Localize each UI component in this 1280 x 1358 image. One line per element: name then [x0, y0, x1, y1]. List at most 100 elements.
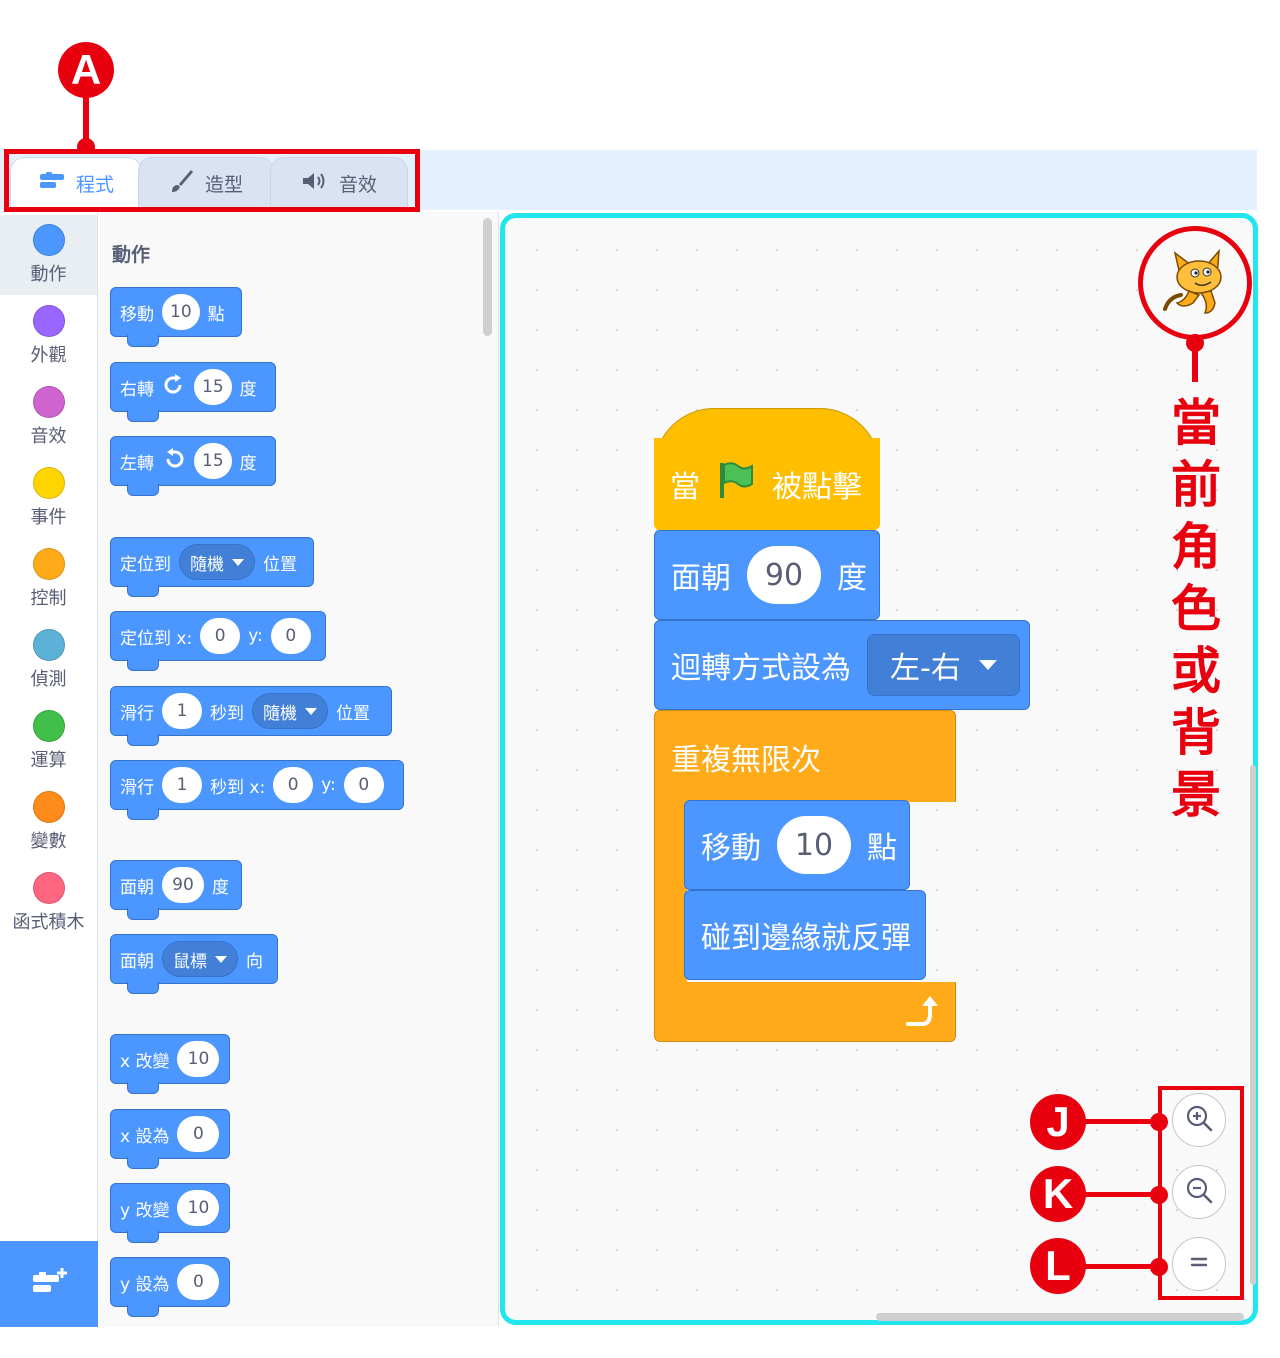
annotation-dot-j	[1150, 1113, 1168, 1131]
block-dropdown[interactable]: 隨機	[252, 693, 328, 729]
block-label: 面朝	[120, 877, 154, 898]
block-dropdown[interactable]: 鼠標	[162, 941, 238, 977]
block-input-x[interactable]: 0	[273, 767, 314, 803]
category-motion[interactable]: 動作	[0, 224, 97, 286]
workspace-horizontal-scrollbar[interactable]	[876, 1313, 1244, 1321]
block-input[interactable]: 0	[177, 1116, 220, 1152]
block-glide-random[interactable]: 滑行 1 秒到 隨機 位置	[110, 686, 392, 746]
category-dot	[32, 629, 65, 661]
block-input[interactable]: 10	[162, 294, 200, 330]
block-set-y[interactable]: y 設為 0	[110, 1257, 230, 1317]
block-label: y:	[321, 775, 336, 795]
block-label: 迴轉方式設為	[671, 651, 851, 686]
category-variables[interactable]: 變數	[0, 791, 97, 853]
chevron-down-icon	[232, 558, 244, 566]
block-input-y[interactable]: 0	[270, 618, 311, 654]
block-dropdown[interactable]: 左-右	[867, 634, 1020, 696]
block-set-x[interactable]: x 設為 0	[110, 1109, 230, 1169]
block-move-steps[interactable]: 移動 10 點	[110, 287, 242, 347]
category-control[interactable]: 控制	[0, 548, 97, 610]
block-input[interactable]: 90	[747, 546, 821, 604]
category-sensing[interactable]: 偵測	[0, 629, 97, 691]
block-label: 度	[837, 561, 867, 596]
block-input-x[interactable]: 0	[200, 618, 241, 654]
block-label: 面朝	[671, 561, 731, 596]
block-label: 右轉	[120, 379, 154, 400]
add-extension-icon	[30, 1267, 68, 1301]
add-extension-button[interactable]	[0, 1241, 98, 1327]
block-turn-right[interactable]: 右轉 15 度	[110, 362, 276, 422]
dropdown-value: 隨機	[190, 554, 224, 575]
block-dropdown[interactable]: 隨機	[179, 544, 255, 580]
category-label: 動作	[30, 264, 67, 285]
script-if-on-edge-bounce[interactable]: 碰到邊緣就反彈	[684, 890, 926, 980]
block-label: 定位到 x:	[120, 628, 193, 649]
script-move-steps[interactable]: 移動 10 點	[684, 800, 910, 890]
block-change-y[interactable]: y 改變 10	[110, 1183, 230, 1243]
block-input[interactable]: 10	[777, 816, 851, 874]
repeat-arrow-icon	[902, 994, 940, 1034]
dropdown-value: 左-右	[890, 651, 961, 686]
block-input[interactable]: 15	[194, 443, 232, 479]
block-label: 滑行	[120, 777, 154, 798]
chevron-down-icon	[305, 707, 317, 715]
category-sound[interactable]: 音效	[0, 386, 97, 448]
block-label: 位置	[263, 554, 297, 575]
category-label: 外觀	[30, 345, 67, 366]
category-looks[interactable]: 外觀	[0, 305, 97, 367]
block-input[interactable]: 10	[177, 1190, 220, 1226]
script-set-rotation-style[interactable]: 迴轉方式設為 左-右	[654, 620, 1030, 710]
category-dot	[32, 548, 65, 580]
block-label: 度	[239, 453, 257, 474]
block-input[interactable]: 0	[177, 1264, 220, 1300]
block-input-y[interactable]: 0	[343, 767, 384, 803]
block-label: y 設為	[120, 1274, 170, 1295]
block-label: x 改變	[120, 1051, 170, 1072]
workspace-vertical-scrollbar[interactable]	[1250, 765, 1256, 1285]
script-forever[interactable]: 重複無限次	[654, 710, 956, 802]
block-label: 位置	[336, 703, 370, 724]
block-input[interactable]: 10	[177, 1041, 220, 1077]
block-label: 移動	[120, 304, 154, 325]
block-goto-random[interactable]: 定位到 隨機 位置	[110, 537, 314, 597]
block-glide-xy[interactable]: 滑行 1 秒到 x: 0 y: 0	[110, 760, 404, 820]
category-operators[interactable]: 運算	[0, 710, 97, 772]
block-change-x[interactable]: x 改變 10	[110, 1034, 230, 1094]
category-dot	[32, 872, 65, 904]
block-goto-xy[interactable]: 定位到 x: 0 y: 0	[110, 611, 326, 671]
block-input[interactable]: 15	[194, 369, 232, 405]
script-point-direction[interactable]: 面朝 90 度	[654, 530, 880, 620]
block-input[interactable]: 90	[162, 867, 204, 903]
category-my-blocks[interactable]: 函式積木	[0, 872, 97, 934]
category-events[interactable]: 事件	[0, 467, 97, 529]
block-label: 點	[867, 831, 897, 866]
block-label: 秒到 x:	[210, 777, 266, 798]
annotation-sprite-label: 當前角色或背景	[1171, 393, 1221, 824]
block-input[interactable]: 1	[162, 693, 202, 729]
category-dot	[32, 710, 65, 742]
script-when-flag-clicked[interactable]: 當 被點擊	[654, 438, 880, 530]
current-sprite-thumbnail	[1138, 226, 1252, 340]
category-label: 函式積木	[12, 912, 85, 933]
block-turn-left[interactable]: 左轉 15 度	[110, 436, 276, 496]
block-label: 定位到	[120, 554, 171, 575]
block-label: 移動	[701, 831, 761, 866]
block-label: 度	[239, 379, 257, 400]
hat-label-post: 被點擊	[772, 470, 862, 505]
block-label: 度	[212, 877, 229, 898]
block-label: 點	[207, 304, 225, 325]
block-label: 碰到邊緣就反彈	[701, 921, 911, 956]
block-input[interactable]: 1	[162, 767, 202, 803]
annotation-dot-l	[1150, 1258, 1168, 1276]
chevron-down-icon	[215, 955, 227, 963]
palette-scrollbar[interactable]	[483, 218, 492, 336]
category-dot	[32, 791, 65, 823]
annotation-dot-k	[1150, 1186, 1168, 1204]
block-point-direction[interactable]: 面朝 90 度	[110, 860, 242, 920]
category-label: 控制	[30, 588, 67, 609]
rotate-left-icon	[162, 447, 186, 475]
category-dot	[32, 305, 65, 337]
block-point-towards[interactable]: 面朝 鼠標 向	[110, 934, 278, 994]
cat-sprite-icon	[1153, 239, 1237, 327]
category-dot	[32, 224, 65, 256]
